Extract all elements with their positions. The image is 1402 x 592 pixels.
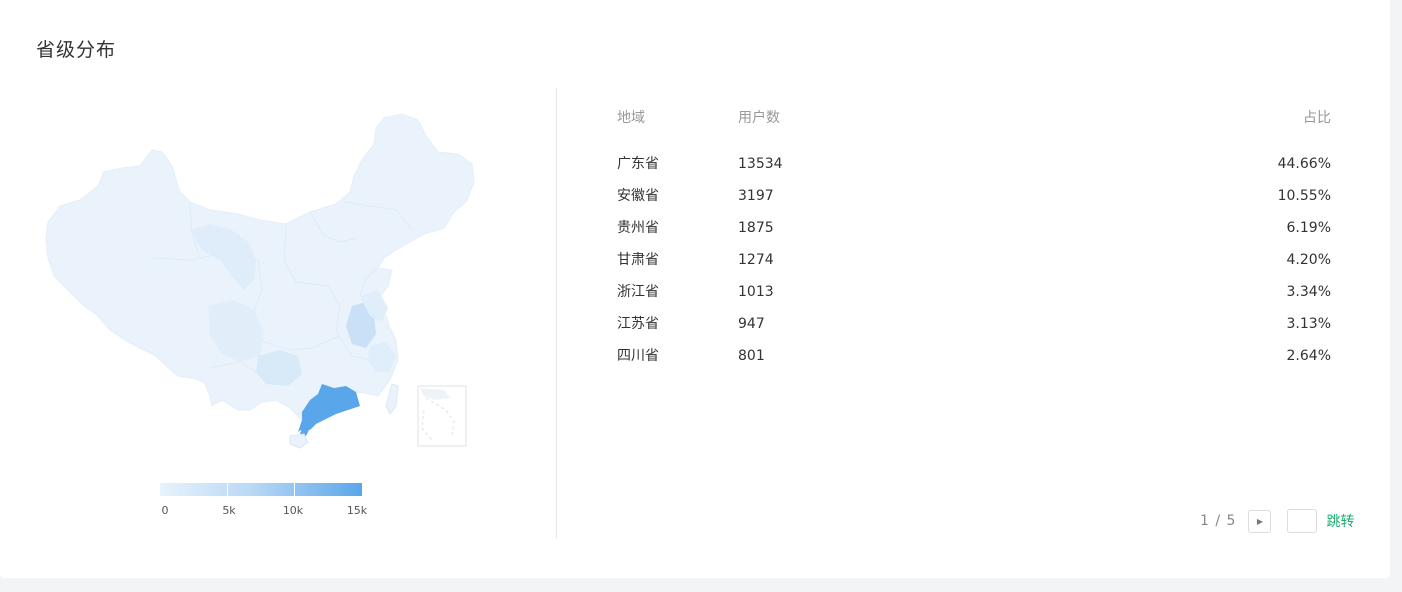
map-province-taiwan[interactable] [385, 383, 399, 415]
header-users: 用户数 [738, 110, 780, 126]
row-region: 贵州省 [617, 220, 659, 236]
row-ratio: 44.66% [1277, 156, 1331, 172]
legend-tick-label: 0 [161, 504, 169, 517]
section-title: 省级分布 [36, 39, 117, 61]
caret-right-icon: ▶ [1256, 516, 1264, 526]
legend-tick-label: 5k [222, 504, 236, 517]
table-header-row: 地域 用户数 占比 [617, 108, 1331, 154]
jump-page-input[interactable] [1287, 509, 1318, 533]
province-distribution-card: 省级分布 0 5k 10k 15k 地域 用户数 占比 广东省 13534 44… [0, 0, 1390, 578]
header-region: 地域 [617, 110, 645, 126]
table-row: 安徽省 3197 10.55% [617, 186, 1331, 218]
color-legend: 0 5k 10k 15k [160, 483, 368, 520]
table-row: 甘肃省 1274 4.20% [617, 250, 1331, 282]
row-ratio: 4.20% [1286, 252, 1331, 268]
china-choropleth-map[interactable] [40, 110, 480, 455]
row-ratio: 6.19% [1286, 220, 1331, 236]
row-region: 广东省 [617, 156, 659, 172]
legend-separator [294, 483, 295, 496]
legend-gradient-bar[interactable] [160, 483, 362, 496]
row-region: 安徽省 [617, 188, 659, 204]
map-svg[interactable] [40, 110, 480, 455]
header-ratio: 占比 [1303, 110, 1331, 126]
row-users: 13534 [738, 156, 783, 172]
jump-button[interactable]: 跳转 [1326, 511, 1354, 531]
map-province-hainan[interactable] [289, 433, 309, 449]
legend-tick-label: 15k [346, 504, 368, 517]
legend-separator [227, 483, 228, 496]
row-users: 1875 [738, 220, 774, 236]
row-ratio: 2.64% [1286, 348, 1331, 364]
table-row: 贵州省 1875 6.19% [617, 218, 1331, 250]
table-row: 四川省 801 2.64% [617, 346, 1331, 378]
row-ratio: 3.34% [1286, 284, 1331, 300]
row-ratio: 3.13% [1286, 316, 1331, 332]
row-region: 甘肃省 [617, 252, 659, 268]
table-row: 江苏省 947 3.13% [617, 314, 1331, 346]
row-region: 四川省 [617, 348, 659, 364]
table-row: 浙江省 1013 3.34% [617, 282, 1331, 314]
row-region: 浙江省 [617, 284, 659, 300]
row-users: 1013 [738, 284, 774, 300]
page-indicator: 1 / 5 [1200, 513, 1237, 529]
row-users: 1274 [738, 252, 774, 268]
row-users: 801 [738, 348, 765, 364]
legend-tick-label: 10k [282, 504, 304, 517]
row-ratio: 10.55% [1277, 188, 1331, 204]
panel-divider [556, 88, 557, 538]
next-page-button[interactable]: ▶ [1248, 509, 1272, 533]
legend-ticks: 0 5k 10k 15k [160, 504, 368, 520]
province-table: 地域 用户数 占比 广东省 13534 44.66% 安徽省 3197 10.5… [617, 108, 1331, 378]
row-region: 江苏省 [617, 316, 659, 332]
pagination: 1 / 5 ▶ 跳转 [1200, 509, 1354, 533]
row-users: 947 [738, 316, 765, 332]
table-row: 广东省 13534 44.66% [617, 154, 1331, 186]
row-users: 3197 [738, 188, 774, 204]
